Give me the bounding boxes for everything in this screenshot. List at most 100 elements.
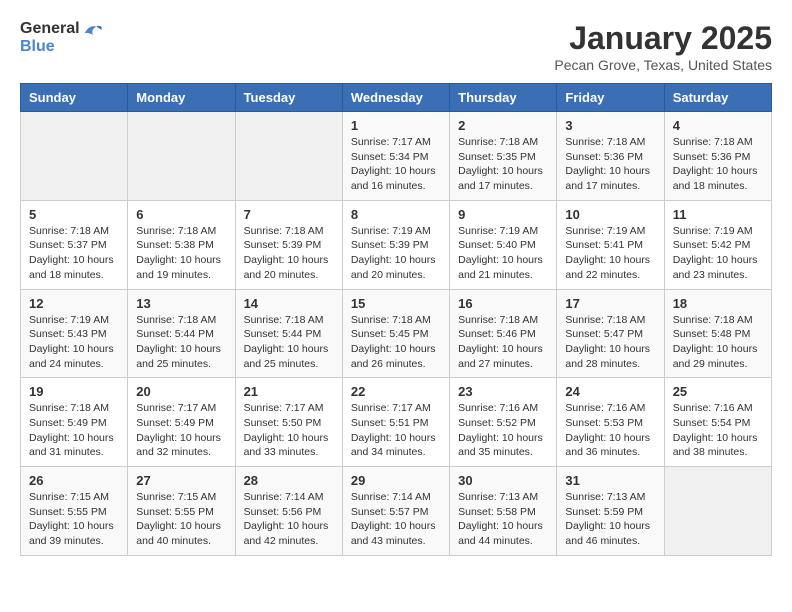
day-info: Sunrise: 7:18 AM Sunset: 5:46 PM Dayligh…: [458, 313, 548, 372]
calendar-header-row: Sunday Monday Tuesday Wednesday Thursday…: [21, 84, 772, 112]
day-number: 8: [351, 207, 441, 222]
day-info: Sunrise: 7:14 AM Sunset: 5:56 PM Dayligh…: [244, 490, 334, 549]
day-number: 19: [29, 384, 119, 399]
day-number: 21: [244, 384, 334, 399]
day-number: 10: [565, 207, 655, 222]
logo-general: General: [20, 20, 80, 38]
table-row: 23Sunrise: 7:16 AM Sunset: 5:52 PM Dayli…: [450, 378, 557, 467]
header: General Blue January 2025 Pecan Grove, T…: [20, 20, 772, 73]
table-row: 31 Sunrise: 7:13 AM Sunset: 5:59 PM Dayli…: [557, 467, 664, 556]
table-row: 7 Sunrise: 7:18 AM Sunset: 5:39 PM Daylig…: [235, 200, 342, 289]
day-info: Sunrise: 7:14 AM Sunset: 5:57 PM Dayligh…: [351, 490, 441, 549]
table-row: 10Sunrise: 7:19 AM Sunset: 5:41 PM Dayli…: [557, 200, 664, 289]
day-number: 25: [673, 384, 763, 399]
table-row: 24Sunrise: 7:16 AM Sunset: 5:53 PM Dayli…: [557, 378, 664, 467]
day-number: 27: [136, 473, 226, 488]
day-info: Sunrise: 7:18 AM Sunset: 5:44 PM Dayligh…: [244, 313, 334, 372]
title-area: January 2025 Pecan Grove, Texas, United …: [554, 20, 772, 73]
col-wednesday: Wednesday: [342, 84, 449, 112]
day-info: Sunrise: 7:18 AM Sunset: 5:49 PM Dayligh…: [29, 401, 119, 460]
table-row: 1 Sunrise: 7:17 AM Sunset: 5:34 PM Daylig…: [342, 112, 449, 201]
day-number: 5: [29, 207, 119, 222]
calendar-week-row: 5 Sunrise: 7:18 AM Sunset: 5:37 PM Daylig…: [21, 200, 772, 289]
table-row: 9Sunrise: 7:19 AM Sunset: 5:40 PM Daylig…: [450, 200, 557, 289]
day-number: 7: [244, 207, 334, 222]
col-monday: Monday: [128, 84, 235, 112]
day-number: 3: [565, 118, 655, 133]
table-row: 17Sunrise: 7:18 AM Sunset: 5:47 PM Dayli…: [557, 289, 664, 378]
table-row: 22 Sunrise: 7:17 AM Sunset: 5:51 PM Dayli…: [342, 378, 449, 467]
day-info: Sunrise: 7:18 AM Sunset: 5:36 PM Dayligh…: [673, 135, 763, 194]
day-info: Sunrise: 7:17 AM Sunset: 5:49 PM Dayligh…: [136, 401, 226, 460]
logo-blue: Blue: [20, 38, 55, 55]
day-number: 24: [565, 384, 655, 399]
day-number: 17: [565, 296, 655, 311]
day-info: Sunrise: 7:13 AM Sunset: 5:58 PM Dayligh…: [458, 490, 548, 549]
table-row: 16 Sunrise: 7:18 AM Sunset: 5:46 PM Dayli…: [450, 289, 557, 378]
table-row: 8 Sunrise: 7:19 AM Sunset: 5:39 PM Daylig…: [342, 200, 449, 289]
day-number: 6: [136, 207, 226, 222]
calendar-week-row: 19 Sunrise: 7:18 AM Sunset: 5:49 PM Dayli…: [21, 378, 772, 467]
table-row: 20 Sunrise: 7:17 AM Sunset: 5:49 PM Dayli…: [128, 378, 235, 467]
day-number: 31: [565, 473, 655, 488]
day-info: Sunrise: 7:13 AM Sunset: 5:59 PM Dayligh…: [565, 490, 655, 549]
day-number: 28: [244, 473, 334, 488]
col-tuesday: Tuesday: [235, 84, 342, 112]
day-info: Sunrise: 7:18 AM Sunset: 5:39 PM Dayligh…: [244, 224, 334, 283]
day-info: Sunrise: 7:18 AM Sunset: 5:38 PM Dayligh…: [136, 224, 226, 283]
day-number: 12: [29, 296, 119, 311]
logo: General Blue: [20, 20, 103, 56]
table-row: 26Sunrise: 7:15 AM Sunset: 5:55 PM Dayli…: [21, 467, 128, 556]
day-info: Sunrise: 7:16 AM Sunset: 5:54 PM Dayligh…: [673, 401, 763, 460]
day-info: Sunrise: 7:15 AM Sunset: 5:55 PM Dayligh…: [29, 490, 119, 549]
table-row: 12 Sunrise: 7:19 AM Sunset: 5:43 PM Dayli…: [21, 289, 128, 378]
table-row: 21 Sunrise: 7:17 AM Sunset: 5:50 PM Dayli…: [235, 378, 342, 467]
day-info: Sunrise: 7:18 AM Sunset: 5:37 PM Dayligh…: [29, 224, 119, 283]
day-number: 16: [458, 296, 548, 311]
table-row: 28 Sunrise: 7:14 AM Sunset: 5:56 PM Dayli…: [235, 467, 342, 556]
day-number: 18: [673, 296, 763, 311]
col-saturday: Saturday: [664, 84, 771, 112]
logo-bird-icon: [83, 21, 103, 37]
day-info: Sunrise: 7:19 AM Sunset: 5:42 PM Dayligh…: [673, 224, 763, 283]
day-info: Sunrise: 7:19 AM Sunset: 5:39 PM Dayligh…: [351, 224, 441, 283]
day-info: Sunrise: 7:15 AM Sunset: 5:55 PM Dayligh…: [136, 490, 226, 549]
table-row: [235, 112, 342, 201]
day-info: Sunrise: 7:19 AM Sunset: 5:43 PM Dayligh…: [29, 313, 119, 372]
calendar-week-row: 12 Sunrise: 7:19 AM Sunset: 5:43 PM Dayli…: [21, 289, 772, 378]
calendar-week-row: 26Sunrise: 7:15 AM Sunset: 5:55 PM Dayli…: [21, 467, 772, 556]
col-friday: Friday: [557, 84, 664, 112]
col-thursday: Thursday: [450, 84, 557, 112]
table-row: 13Sunrise: 7:18 AM Sunset: 5:44 PM Dayli…: [128, 289, 235, 378]
day-info: Sunrise: 7:18 AM Sunset: 5:45 PM Dayligh…: [351, 313, 441, 372]
day-number: 15: [351, 296, 441, 311]
table-row: 18 Sunrise: 7:18 AM Sunset: 5:48 PM Dayli…: [664, 289, 771, 378]
day-number: 14: [244, 296, 334, 311]
day-number: 13: [136, 296, 226, 311]
day-number: 29: [351, 473, 441, 488]
day-number: 11: [673, 207, 763, 222]
day-number: 20: [136, 384, 226, 399]
day-info: Sunrise: 7:17 AM Sunset: 5:34 PM Dayligh…: [351, 135, 441, 194]
day-info: Sunrise: 7:17 AM Sunset: 5:50 PM Dayligh…: [244, 401, 334, 460]
table-row: [128, 112, 235, 201]
day-info: Sunrise: 7:18 AM Sunset: 5:48 PM Dayligh…: [673, 313, 763, 372]
col-sunday: Sunday: [21, 84, 128, 112]
day-number: 1: [351, 118, 441, 133]
day-info: Sunrise: 7:19 AM Sunset: 5:40 PM Dayligh…: [458, 224, 548, 283]
table-row: [21, 112, 128, 201]
table-row: 6 Sunrise: 7:18 AM Sunset: 5:38 PM Daylig…: [128, 200, 235, 289]
day-info: Sunrise: 7:18 AM Sunset: 5:35 PM Dayligh…: [458, 135, 548, 194]
day-number: 2: [458, 118, 548, 133]
day-info: Sunrise: 7:16 AM Sunset: 5:52 PM Dayligh…: [458, 401, 548, 460]
table-row: 27 Sunrise: 7:15 AM Sunset: 5:55 PM Dayli…: [128, 467, 235, 556]
table-row: [664, 467, 771, 556]
location: Pecan Grove, Texas, United States: [554, 57, 772, 73]
day-info: Sunrise: 7:17 AM Sunset: 5:51 PM Dayligh…: [351, 401, 441, 460]
table-row: 3Sunrise: 7:18 AM Sunset: 5:36 PM Daylig…: [557, 112, 664, 201]
month-title: January 2025: [554, 20, 772, 57]
day-number: 22: [351, 384, 441, 399]
day-number: 4: [673, 118, 763, 133]
table-row: 14 Sunrise: 7:18 AM Sunset: 5:44 PM Dayli…: [235, 289, 342, 378]
table-row: 11 Sunrise: 7:19 AM Sunset: 5:42 PM Dayli…: [664, 200, 771, 289]
